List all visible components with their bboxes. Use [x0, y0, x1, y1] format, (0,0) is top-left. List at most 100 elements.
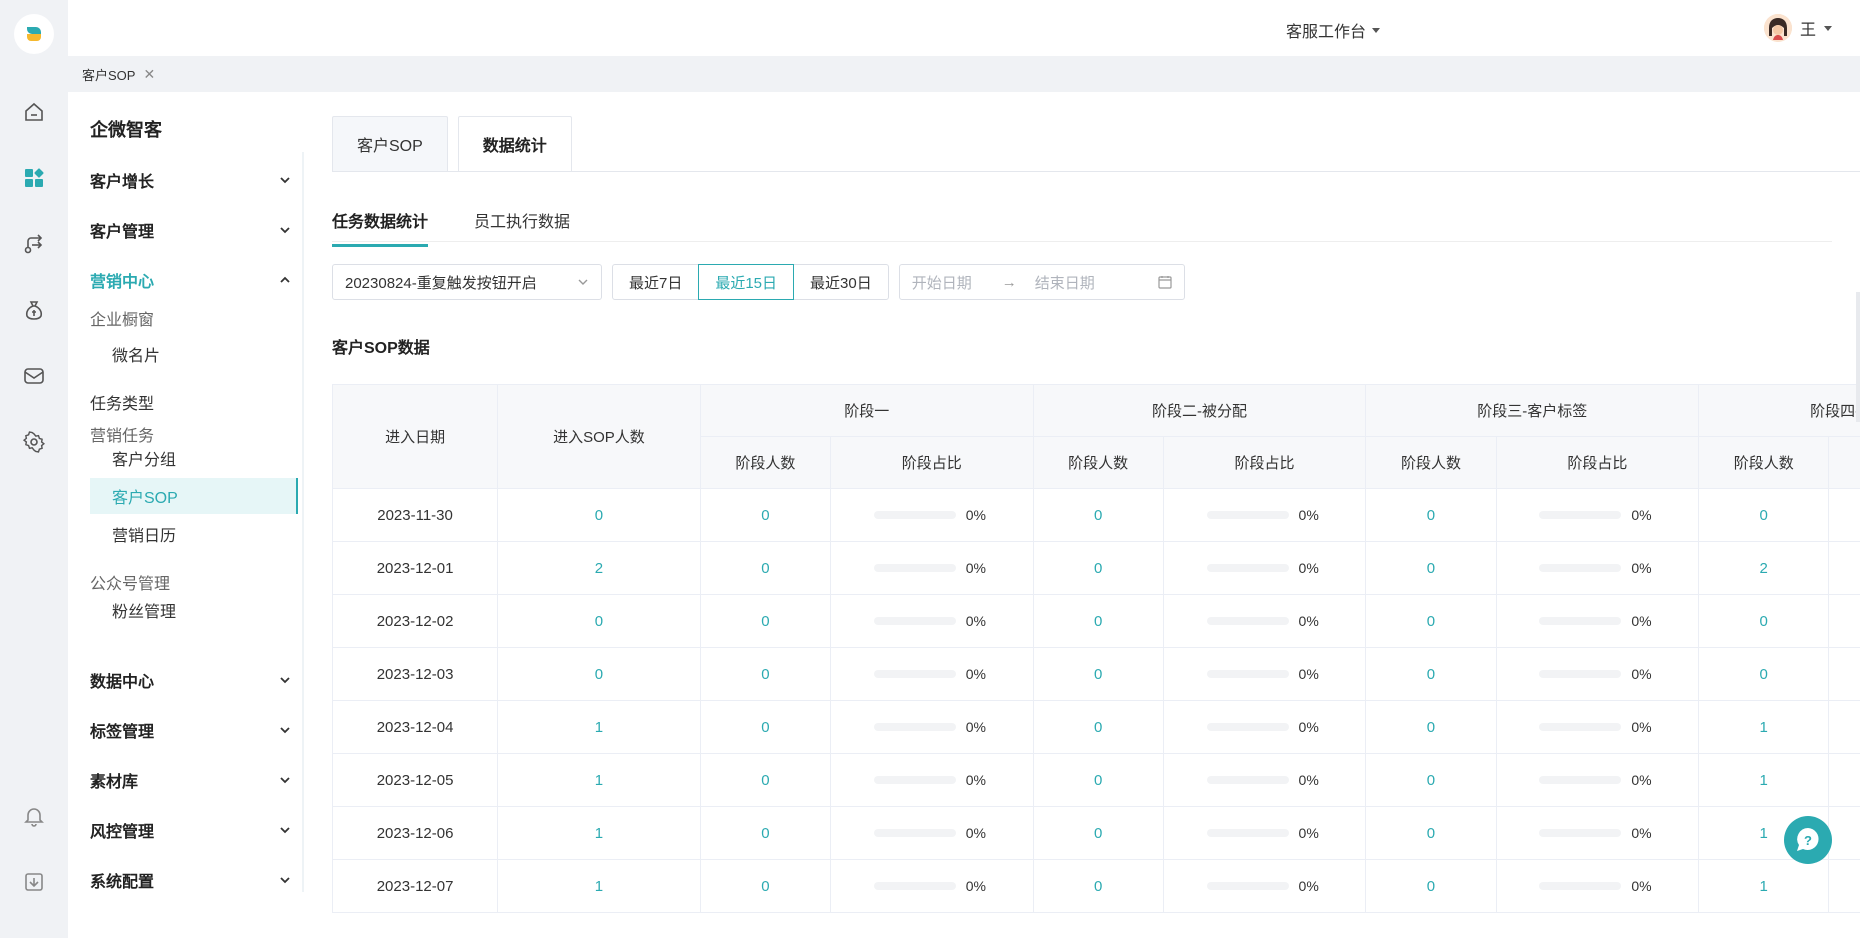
cell-sop-count[interactable]: 0 [497, 647, 701, 701]
cell-stage-count[interactable]: 0 [1365, 488, 1497, 542]
sop-select[interactable]: 20230824-重复触发按钮开启 [332, 264, 602, 300]
cell-sop-count[interactable]: 1 [497, 859, 701, 913]
sidebar-item-marketing-calendar[interactable]: 营销日历 [90, 516, 298, 552]
sidebar-item-label: 客户分组 [112, 452, 177, 469]
cell-stage-count[interactable]: 0 [1365, 594, 1497, 648]
user-menu[interactable]: 王 [1763, 14, 1832, 42]
ratio-text: 0% [1631, 878, 1652, 894]
menu-customer-management[interactable]: 客户管理 [90, 218, 290, 242]
cell-sop-count[interactable]: 2 [497, 541, 701, 595]
cell-stage-count[interactable]: 0 [1698, 594, 1830, 648]
table-body: 2023-11-30000%00%00%00%2023-12-01200%00%… [332, 488, 1860, 913]
cell-sop-count[interactable]: 1 [497, 806, 701, 860]
bell-icon[interactable] [14, 796, 54, 836]
cell-stage-count[interactable]: 0 [1032, 700, 1164, 754]
cell-date: 2023-12-03 [332, 647, 499, 701]
tab-customer-sop[interactable]: 客户SOP [332, 116, 448, 172]
cell-stage-count[interactable]: 0 [699, 753, 831, 807]
home-icon[interactable] [14, 92, 54, 132]
cell-stage-count[interactable]: 0 [1365, 806, 1497, 860]
date-range-picker[interactable]: 开始日期 → 结束日期 [898, 264, 1185, 300]
col-header-stage-ratio: 阶段占比 [1162, 436, 1367, 489]
sidebar-item-customer-sop[interactable]: 客户SOP [90, 478, 298, 514]
cell-stage-count[interactable]: 0 [1032, 541, 1164, 595]
cell-stage-count[interactable]: 0 [1365, 859, 1497, 913]
cell-sop-count[interactable]: 0 [497, 488, 701, 542]
menu-label: 数据中心 [90, 674, 155, 691]
cell-stage-count[interactable]: 0 [1032, 488, 1164, 542]
menu-customer-growth[interactable]: 客户增长 [90, 168, 290, 192]
cell-stage-count[interactable]: 0 [1365, 647, 1497, 701]
settings-icon[interactable] [14, 422, 54, 462]
sidebar-item-task-type[interactable]: 任务类型 [90, 390, 154, 414]
menu-material-library[interactable]: 素材库 [90, 768, 290, 792]
help-button[interactable]: ? [1784, 816, 1832, 864]
cell-stage-count[interactable]: 0 [699, 647, 831, 701]
sidebar-item-micro-card[interactable]: 微名片 [90, 336, 298, 372]
cell-stage-count[interactable]: 0 [699, 700, 831, 754]
sidebar-item-label: 客户SOP [112, 490, 178, 507]
ratio-text: 0% [1298, 507, 1319, 523]
content-scrollbar[interactable] [1856, 292, 1860, 422]
logo-icon[interactable] [14, 14, 54, 54]
cell-stage-count[interactable]: 0 [1032, 647, 1164, 701]
menu-risk-control[interactable]: 风控管理 [90, 818, 290, 842]
cell-sop-count[interactable]: 0 [497, 594, 701, 648]
cell-stage-count[interactable]: 1 [1698, 700, 1830, 754]
apps-icon[interactable] [14, 158, 54, 198]
chevron-down-icon [280, 827, 290, 834]
download-icon[interactable] [14, 862, 54, 902]
menu-system-config[interactable]: 系统配置 [90, 868, 290, 892]
cell-stage-count[interactable]: 0 [1032, 753, 1164, 807]
cell-stage-count[interactable]: 0 [1032, 806, 1164, 860]
sidebar-item-fans[interactable]: 粉丝管理 [90, 592, 298, 628]
ratio-text: 0% [1298, 825, 1319, 841]
cell-stage-count[interactable]: 2 [1698, 541, 1830, 595]
open-tab-customer-sop[interactable]: 客户SOP ✕ [82, 65, 155, 84]
ratio-text: 0% [1298, 878, 1319, 894]
cell-stage-count[interactable]: 0 [1365, 541, 1497, 595]
cell-stage-count[interactable]: 0 [699, 541, 831, 595]
last-7-days-button[interactable]: 最近7日 [612, 264, 700, 300]
menu-data-center[interactable]: 数据中心 [90, 668, 290, 692]
cell-stage-ratio: 0% [829, 541, 1034, 595]
progress-bar [873, 564, 956, 572]
route-icon[interactable] [14, 224, 54, 264]
icon-rail [0, 0, 68, 938]
col-header-stage-ratio: 阶段占比 [1828, 436, 1860, 489]
cell-stage-count[interactable]: 0 [1365, 700, 1497, 754]
tab-data-statistics[interactable]: 数据统计 [457, 116, 572, 172]
cell-stage-count[interactable]: 0 [1032, 859, 1164, 913]
last-30-days-button[interactable]: 最近30日 [793, 264, 889, 300]
cell-stage-count[interactable]: 1 [1698, 753, 1830, 807]
menu-marketing-center[interactable]: 营销中心 [90, 268, 290, 292]
cell-stage-ratio: 0% [1828, 488, 1860, 542]
cell-sop-count[interactable]: 1 [497, 753, 701, 807]
workbench-dropdown[interactable]: 客服工作台 [1286, 18, 1380, 42]
cell-stage-count[interactable]: 0 [699, 859, 831, 913]
close-icon[interactable]: ✕ [143, 66, 155, 83]
progress-bar [1206, 564, 1289, 572]
end-date-input[interactable]: 结束日期 [1035, 272, 1095, 293]
cell-stage-count[interactable]: 0 [1365, 753, 1497, 807]
cell-stage-count[interactable]: 0 [1032, 594, 1164, 648]
cell-stage-count[interactable]: 0 [699, 594, 831, 648]
start-date-input[interactable]: 开始日期 [912, 272, 972, 293]
sidebar-item-customer-group[interactable]: 客户分组 [90, 440, 298, 476]
last-15-days-button[interactable]: 最近15日 [698, 264, 795, 300]
cell-stage-count[interactable]: 0 [1698, 488, 1830, 542]
money-bag-icon[interactable] [14, 290, 54, 330]
col-header-stage: 阶段四-添加好友 [1698, 384, 1860, 437]
progress-bar [1539, 723, 1622, 731]
cell-stage-count[interactable]: 0 [1698, 647, 1830, 701]
cell-stage-ratio: 100% [1828, 806, 1860, 860]
cell-stage-ratio: 0% [829, 647, 1034, 701]
mail-icon[interactable] [14, 356, 54, 396]
cell-stage-count[interactable]: 0 [699, 488, 831, 542]
cell-sop-count[interactable]: 1 [497, 700, 701, 754]
cell-stage-count[interactable]: 0 [699, 806, 831, 860]
menu-tag-management[interactable]: 标签管理 [90, 718, 290, 742]
cell-stage-count[interactable]: 1 [1698, 859, 1830, 913]
ratio-text: 0% [1298, 613, 1319, 629]
menu-label: 客户增长 [90, 174, 155, 191]
